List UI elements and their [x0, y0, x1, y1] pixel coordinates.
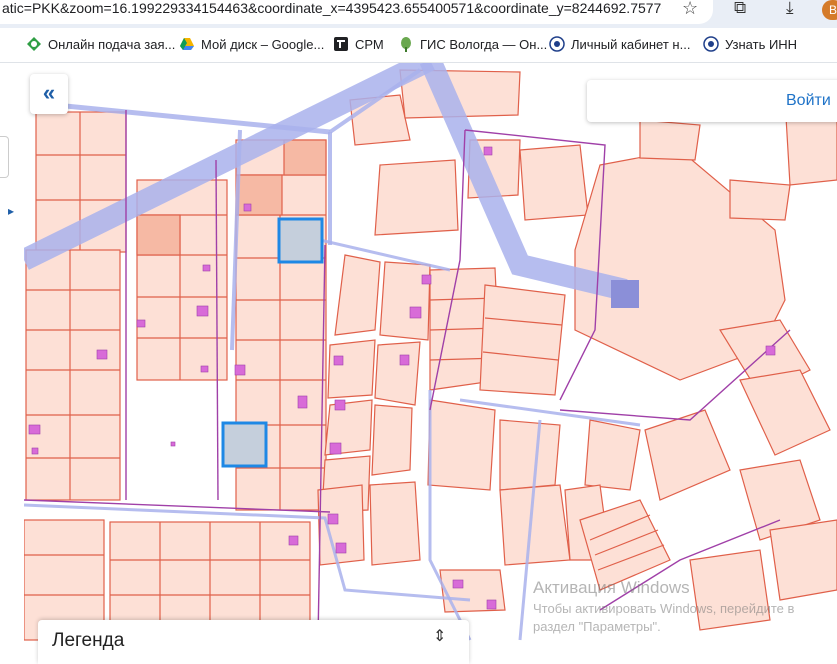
leaf-icon	[27, 37, 41, 51]
bookmark-item[interactable]: Мой диск – Google...	[179, 36, 324, 52]
building	[234, 364, 246, 376]
chevron-right-icon[interactable]: ▸	[8, 204, 14, 218]
expand-collapse-icon[interactable]: ⇕	[433, 626, 446, 646]
parcel	[519, 144, 589, 221]
building	[421, 274, 432, 285]
building	[200, 365, 209, 373]
activation-watermark: раздел "Параметры".	[533, 619, 661, 634]
map-canvas[interactable]	[24, 63, 837, 659]
parcel	[327, 339, 376, 399]
avatar[interactable]: B	[822, 0, 837, 20]
parcel	[283, 139, 327, 176]
legend-title[interactable]: Легенда	[52, 630, 124, 652]
emblem-icon	[549, 36, 565, 52]
parcel	[499, 484, 571, 566]
bookmark-star-icon[interactable]: ☆	[682, 0, 698, 19]
bookmark-item[interactable]: ГИС Вологда — Он...	[398, 36, 547, 52]
bookmark-item[interactable]: Личный кабинет н...	[549, 36, 690, 52]
parcel	[729, 179, 791, 221]
bookmark-item[interactable]: Онлайн подача зая...	[26, 36, 175, 52]
collapse-panel-button[interactable]: «	[30, 74, 68, 114]
extensions-icon[interactable]: ⧉	[734, 0, 746, 18]
building	[243, 203, 252, 212]
selected-parcel	[277, 217, 324, 264]
building	[202, 264, 211, 272]
building	[409, 306, 422, 319]
building	[170, 441, 176, 447]
parcel	[427, 399, 496, 491]
building	[452, 579, 464, 589]
building	[486, 599, 497, 610]
building	[329, 442, 342, 455]
drive-icon	[180, 38, 194, 50]
building	[333, 355, 344, 366]
cadastral-map[interactable]	[24, 63, 837, 659]
parcel	[499, 419, 561, 491]
building	[28, 424, 41, 435]
building	[334, 399, 346, 411]
building	[327, 513, 339, 525]
building	[297, 395, 308, 409]
bookmarks-bar: Онлайн подача зая... Мой диск – Google..…	[0, 28, 837, 63]
emblem-icon	[703, 36, 719, 52]
parcel	[25, 249, 121, 501]
pin-icon	[401, 37, 411, 52]
building	[335, 542, 347, 554]
parcel	[136, 214, 181, 256]
bookmark-item[interactable]: Узнать ИНН	[703, 36, 797, 52]
building	[765, 345, 776, 356]
parcel	[644, 409, 731, 501]
parcel	[379, 261, 431, 341]
parcel	[369, 481, 421, 566]
download-icon[interactable]: ⤓	[786, 0, 794, 18]
crm-icon	[334, 37, 348, 51]
building	[31, 447, 39, 455]
building	[96, 349, 108, 360]
parcel	[584, 419, 641, 491]
building	[399, 354, 410, 366]
parcel	[374, 341, 421, 406]
bookmark-item[interactable]: СРМ	[333, 36, 384, 52]
parcel	[374, 159, 459, 236]
building	[136, 319, 146, 328]
parcel	[739, 369, 831, 456]
selected-parcel	[221, 421, 268, 468]
parcel	[689, 549, 771, 631]
parcel	[136, 179, 228, 381]
address-text[interactable]: atic=PKK&zoom=16.199229334154463&coordin…	[2, 0, 662, 16]
address-bar[interactable]: atic=PKK&zoom=16.199229334154463&coordin…	[0, 0, 713, 24]
parcel	[479, 284, 566, 396]
parcel	[334, 254, 381, 336]
activation-watermark: Чтобы активировать Windows, перейдите в	[533, 601, 795, 616]
building	[196, 305, 209, 317]
browser-toolbar: atic=PKK&zoom=16.199229334154463&coordin…	[0, 0, 837, 28]
parcel	[371, 404, 413, 476]
parcel	[639, 119, 701, 161]
building	[288, 535, 299, 546]
building	[483, 146, 493, 156]
side-panel-tab[interactable]	[0, 136, 9, 178]
activation-watermark: Активация Windows	[533, 578, 690, 597]
parcel	[769, 519, 837, 601]
road-node	[611, 280, 639, 308]
login-button[interactable]: Войти	[786, 92, 831, 110]
